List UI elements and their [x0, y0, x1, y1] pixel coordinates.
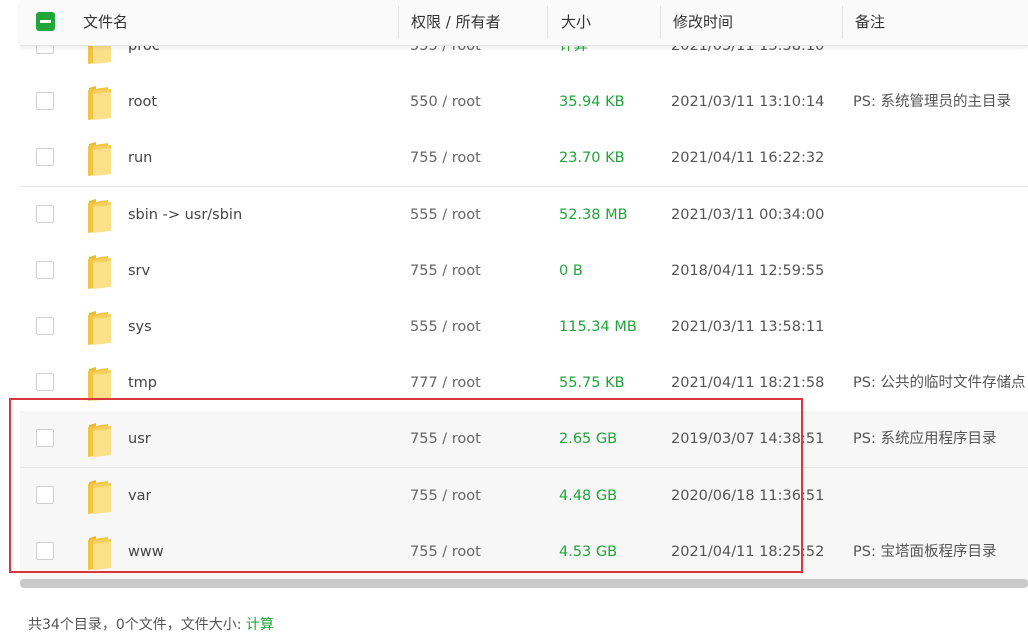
column-divider [660, 6, 661, 39]
column-divider [398, 6, 399, 39]
column-note[interactable]: 备注 [855, 0, 885, 45]
file-name[interactable]: sbin -> usr/sbin [128, 187, 242, 243]
file-size: 23.70 KB [559, 150, 625, 167]
folder-icon [86, 187, 112, 243]
file-note[interactable]: PS: 宝塔面板程序目录 [853, 524, 1028, 580]
file-note[interactable] [853, 187, 1028, 243]
file-note[interactable] [853, 130, 1028, 186]
file-mtime: 2021/03/11 13:10:14 [671, 94, 825, 111]
folder-icon [86, 299, 112, 355]
select-all-checkbox[interactable] [36, 12, 55, 31]
table-row[interactable]: sbin -> usr/sbin 555 / root 52.38 MB 2021/0… [20, 186, 1028, 244]
column-perm-owner[interactable]: 权限 / 所有者 [411, 0, 501, 45]
column-divider [842, 6, 843, 39]
file-size: 35.94 KB [559, 94, 625, 111]
file-name[interactable]: srv [128, 243, 150, 299]
file-size: 115.34 MB [559, 319, 637, 335]
footer-summary-text: 共34个目录，0个文件，文件大小: [28, 617, 242, 633]
file-note[interactable]: PS: 系统应用程序目录 [853, 411, 1028, 467]
row-checkbox-cell[interactable] [36, 299, 56, 355]
file-name[interactable]: run [128, 130, 152, 186]
row-checkbox[interactable] [36, 92, 54, 111]
table-row[interactable]: run 755 / root 23.70 KB 2021/04/11 16:22:32 [20, 130, 1028, 188]
file-mtime: 2018/04/11 12:59:55 [671, 262, 825, 279]
folder-icon [86, 74, 112, 130]
file-size: 52.38 MB [559, 206, 628, 223]
file-note[interactable] [853, 468, 1028, 524]
row-checkbox-cell[interactable] [36, 74, 56, 130]
table-row[interactable]: srv 755 / root 0 B 2018/04/11 12:59:55 [20, 242, 1028, 300]
file-mtime: 2021/04/11 16:22:32 [671, 150, 825, 167]
file-note[interactable] [853, 243, 1028, 299]
row-checkbox-cell[interactable] [36, 130, 56, 186]
row-checkbox-cell[interactable] [36, 187, 56, 243]
row-checkbox[interactable] [36, 317, 54, 335]
file-perm-owner[interactable]: 555 / root [410, 187, 481, 243]
folder-icon [86, 243, 112, 299]
file-mtime: 2021/03/11 13:58:11 [671, 319, 825, 335]
row-checkbox[interactable] [36, 148, 54, 167]
footer-calc-link[interactable]: 计算 [246, 617, 274, 633]
highlight-box [9, 398, 803, 573]
table-row[interactable]: root 550 / root 35.94 KB 2021/03/11 13:10:1… [20, 74, 1028, 132]
footer-summary: 共34个目录，0个文件，文件大小: 计算 [28, 614, 274, 634]
file-note[interactable]: PS: 公共的临时文件存储点 [853, 355, 1028, 411]
file-name[interactable]: root [128, 74, 157, 130]
horizontal-scrollbar[interactable] [20, 579, 1028, 588]
column-divider [547, 6, 548, 39]
row-checkbox-cell[interactable] [36, 243, 56, 299]
file-mtime: 2021/03/11 00:34:00 [671, 206, 825, 223]
file-note[interactable] [853, 299, 1028, 355]
file-name[interactable]: sys [128, 299, 152, 355]
file-perm-owner[interactable]: 755 / root [410, 130, 481, 186]
file-size: 0 B [559, 262, 583, 279]
folder-icon [86, 130, 112, 186]
row-checkbox[interactable] [36, 373, 54, 392]
file-perm-owner[interactable]: 550 / root [410, 74, 481, 130]
file-list-header: 文件名 权限 / 所有者 大小 修改时间 备注 [20, 0, 1028, 46]
column-size[interactable]: 大小 [561, 0, 591, 45]
column-mtime[interactable]: 修改时间 [673, 0, 733, 45]
file-perm-owner[interactable]: 755 / root [410, 243, 481, 299]
table-row[interactable]: sys 555 / root 115.34 MB 2021/03/11 13:58:1… [20, 299, 1028, 356]
row-checkbox[interactable] [36, 204, 54, 223]
row-checkbox[interactable] [36, 260, 54, 279]
file-note[interactable]: PS: 系统管理员的主目录 [853, 74, 1028, 130]
column-filename[interactable]: 文件名 [83, 0, 128, 45]
file-perm-owner[interactable]: 555 / root [410, 299, 481, 355]
